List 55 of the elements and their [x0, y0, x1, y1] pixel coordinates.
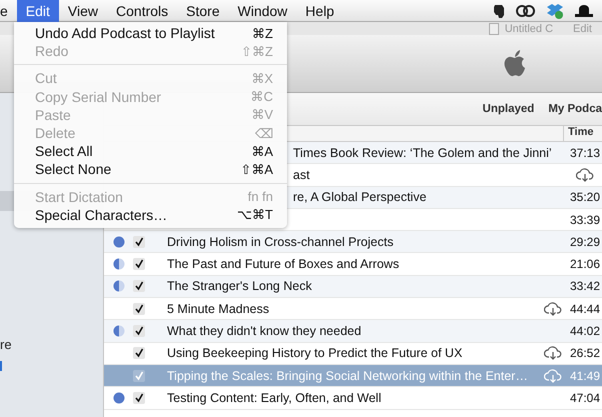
episode-title: The Past and Future of Boxes and Arrows: [167, 257, 400, 272]
cloud-download-icon[interactable]: [544, 346, 562, 360]
episode-title: ast: [293, 168, 310, 182]
duration-text: 44:02: [570, 324, 602, 338]
menu-title[interactable]: e: [0, 0, 17, 22]
duration-text: 35:20: [570, 190, 602, 204]
episode-title: Driving Holism in Cross-channel Projects: [167, 234, 394, 249]
sidebar-item[interactable]: re: [0, 337, 12, 352]
checkbox[interactable]: [133, 325, 145, 338]
table-row[interactable]: Testing Content: Early, Often, and Well 47:04: [104, 387, 602, 410]
cloud-download-icon[interactable]: [576, 168, 594, 182]
table-row[interactable]: The Stranger's Long Neck 33:42: [104, 276, 602, 298]
checkbox[interactable]: [133, 258, 145, 270]
table-row[interactable]: What they didn't know they needed 44:02: [104, 320, 602, 343]
checkbox[interactable]: [133, 347, 145, 360]
link-mark: [0, 361, 2, 371]
episode-title: What they didn't know they needed: [167, 324, 362, 338]
table-row[interactable]: Driving Holism in Cross-channel Projects 29:29: [104, 231, 602, 254]
tab[interactable]: Unplayed: [482, 103, 534, 115]
checkbox[interactable]: [133, 392, 145, 404]
duration-text: 37:13: [570, 146, 602, 160]
window-title: Untitled C: [504, 22, 554, 34]
menu-title[interactable]: Store: [177, 0, 229, 22]
menu-title[interactable]: Controls: [107, 0, 178, 22]
duration-text: 41:49: [570, 368, 602, 383]
checkbox[interactable]: [133, 236, 145, 248]
duration-text: 26:52: [570, 346, 602, 360]
duration-text: 47:04: [570, 390, 602, 405]
checkbox[interactable]: [133, 280, 145, 292]
checkbox[interactable]: [133, 302, 145, 315]
menu-title[interactable]: View: [58, 0, 108, 22]
duration-text: 44:44: [570, 302, 602, 316]
episode-title: 5 Minute Madness: [167, 302, 270, 316]
menu-item[interactable]: Undo Add Podcast to Playlist ⌘Z: [14, 24, 287, 42]
duration-text: 33:39: [570, 212, 602, 227]
menu-title[interactable]: Window: [228, 0, 296, 22]
box-icon[interactable]: [546, 2, 564, 18]
episode-title: re, A Global Perspective: [293, 190, 426, 204]
tab[interactable]: My Podca: [548, 103, 602, 115]
duration-text: 21:06: [570, 257, 602, 272]
episode-title: Using Beekeeping History to Predict the Future of UX: [167, 346, 462, 360]
episode-title: Tipping the Scales: Bringing Social Networking within the Enter…: [167, 368, 528, 383]
episode-title: The Stranger's Long Neck: [167, 279, 312, 294]
hat-icon[interactable]: [574, 4, 594, 18]
duration-text: 29:29: [570, 234, 602, 249]
duration-text: 33:42: [570, 279, 602, 294]
cloud-download-icon[interactable]: [544, 302, 562, 316]
apple-icon: [502, 48, 528, 78]
menu-title[interactable]: Help: [296, 0, 344, 22]
menu-title[interactable]: Edit: [16, 0, 59, 22]
column-header[interactable]: Time: [563, 126, 602, 141]
menu-title: Edit: [573, 22, 592, 34]
episode-title: Testing Content: Early, Often, and Well: [167, 390, 382, 405]
episode-title: Times Book Review: ‘The Golem and the Jinni’: [293, 146, 552, 160]
checkbox[interactable]: [133, 370, 145, 382]
